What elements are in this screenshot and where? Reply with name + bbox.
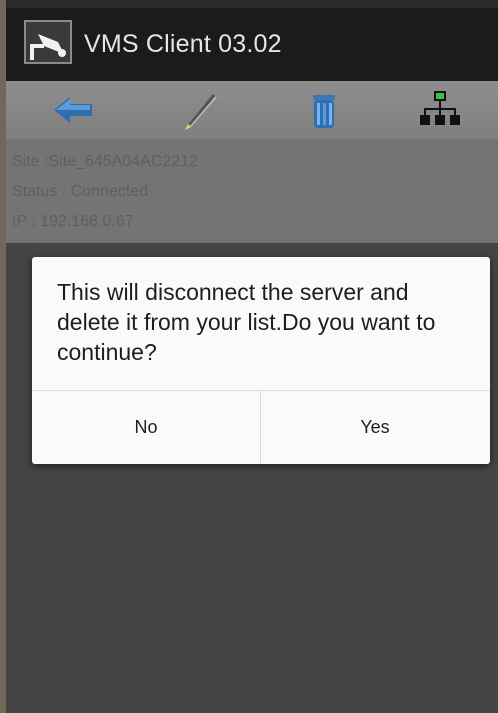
site-info-panel: Site :Site_645A04AC2212 Status : Connect… — [6, 139, 498, 243]
app-title: VMS Client 03.02 — [84, 30, 282, 58]
no-button[interactable]: No — [32, 391, 260, 464]
back-arrow-icon[interactable] — [52, 89, 96, 131]
dialog-message: This will disconnect the server and dele… — [57, 279, 436, 365]
pencil-icon[interactable] — [182, 89, 226, 131]
ip-address: IP : 192.168.0.67 — [12, 213, 134, 230]
toolbar — [6, 81, 498, 139]
app-screen: VMS Client 03.02 Site:Site_645A04AC2212… — [6, 8, 498, 713]
network-icon[interactable] — [418, 89, 462, 131]
connection-status: Status : Connected — [12, 183, 149, 200]
camera-icon — [24, 20, 72, 64]
title-bar: VMS Client 03.02 — [6, 8, 498, 81]
confirm-dialog: This will disconnect the server and dele… — [32, 257, 490, 464]
site-name: Site :Site_645A04AC2212 — [12, 153, 198, 170]
trash-icon[interactable] — [302, 89, 346, 131]
yes-button[interactable]: Yes — [261, 391, 489, 464]
